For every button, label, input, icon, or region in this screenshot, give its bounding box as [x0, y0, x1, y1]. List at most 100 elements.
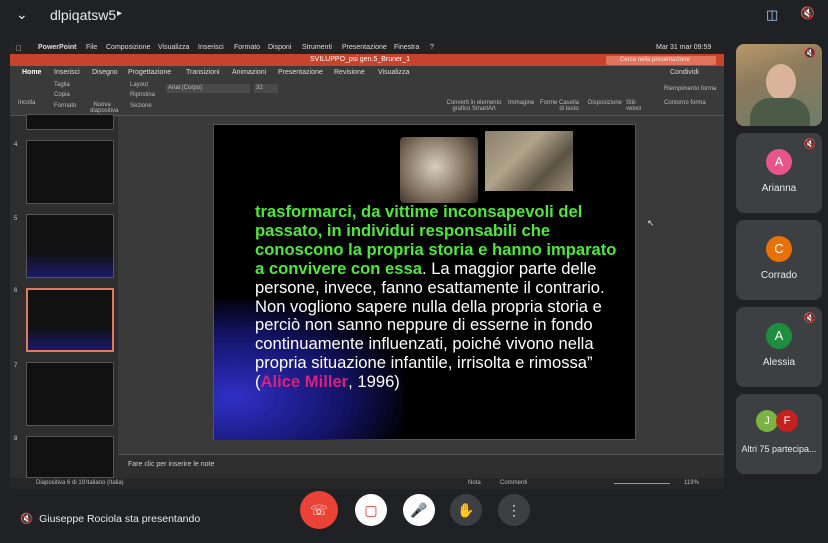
more-options-button[interactable]: ⋮	[498, 494, 530, 526]
zoom-level[interactable]: 119%	[684, 480, 699, 486]
search-box[interactable]: Cerca nella presentazione	[606, 56, 716, 65]
format-painter-button[interactable]: Formato	[54, 103, 76, 109]
language[interactable]: Italiano (Italia)	[86, 480, 124, 486]
menu-strumenti[interactable]: Strumenti	[302, 44, 332, 51]
mic-off-icon: 🔇	[20, 513, 34, 525]
avatar: J	[756, 410, 778, 432]
mic-off-icon: 🔇	[803, 313, 816, 324]
tab-visualizza[interactable]: Visualizza	[378, 69, 409, 76]
notes-placeholder: Fare clic per inserire le note	[128, 461, 215, 468]
cut-button[interactable]: Taglia	[54, 82, 70, 88]
menu-help[interactable]: ?	[430, 44, 434, 51]
presenting-status: 🔇 Giuseppe Rociola sta presentando	[20, 512, 200, 525]
menu-disponi[interactable]: Disponi	[268, 44, 291, 51]
font-size-select[interactable]: 32	[254, 84, 278, 93]
meeting-title[interactable]: dlpiqatsw5	[50, 7, 116, 23]
menu-formato[interactable]: Formato	[234, 44, 260, 51]
shape-outline-button[interactable]: Contorno forma	[664, 100, 706, 106]
share-button[interactable]: Condividi	[670, 69, 699, 76]
participant-tile-corrado[interactable]: C Corrado	[736, 220, 822, 300]
menu-inserisci[interactable]: Inserisci	[198, 44, 224, 51]
tab-disegno[interactable]: Disegno	[92, 69, 118, 76]
camera-off-button[interactable]: ▢	[355, 494, 387, 526]
thumb-number: 4	[14, 142, 18, 148]
menu-presentazione[interactable]: Presentazione	[342, 44, 387, 51]
layout-button[interactable]: Layout	[130, 82, 148, 88]
mic-off-button[interactable]: 🎤	[403, 494, 435, 526]
zoom-slider[interactable]	[614, 483, 670, 484]
participant-name: Alessia	[762, 357, 796, 368]
reset-button[interactable]: Ripristina	[130, 92, 155, 98]
raise-hand-button[interactable]: ✋	[450, 494, 482, 526]
thumb-number: 6	[14, 288, 18, 294]
font-select[interactable]: Arial (Corpo)	[166, 84, 250, 93]
menu-visualizza[interactable]: Visualizza	[158, 44, 189, 51]
status-bar: Diapositiva 6 di 19 Italiano (Italia) No…	[10, 478, 724, 489]
tab-animazioni[interactable]: Animazioni	[232, 69, 266, 76]
new-slide-button[interactable]: Nuova diapositiva	[90, 102, 118, 114]
slide-thumbnail[interactable]	[26, 436, 114, 478]
paste-button[interactable]: Incolla	[18, 100, 35, 106]
mac-menubar:  PowerPoint File Composizione Visualizz…	[10, 42, 724, 54]
tab-revisione[interactable]: Revisione	[334, 69, 365, 76]
clock: Mar 31 mar 09:59	[656, 44, 712, 51]
presenting-label: Giuseppe Rociola sta presentando	[39, 513, 201, 525]
end-call-button[interactable]: ☏	[300, 491, 338, 529]
presentation-icon[interactable]: ◫	[766, 7, 778, 23]
thumb-number: 7	[14, 363, 18, 369]
app-menu[interactable]: PowerPoint	[38, 44, 77, 51]
slide-image-child	[485, 131, 573, 191]
participant-name: Corrado	[760, 270, 798, 281]
participant-tile-arianna[interactable]: 🔇 A Arianna	[736, 133, 822, 213]
menu-file[interactable]: File	[86, 44, 97, 51]
notes-button[interactable]: Nota	[468, 480, 481, 486]
document-title: SVILUPPO_psi gen.5_Bruner_1	[310, 56, 411, 63]
notes-pane[interactable]: Fare clic per inserire le note	[118, 454, 724, 478]
tab-inserisci[interactable]: Inserisci	[54, 69, 80, 76]
slide-thumbnails: 4 5 6 7 8	[10, 114, 118, 478]
shapes-button[interactable]: Forme	[540, 100, 557, 106]
slide-thumbnail[interactable]	[26, 140, 114, 204]
tab-progettazione[interactable]: Progettazione	[128, 69, 171, 76]
slide-thumbnail[interactable]	[26, 214, 114, 278]
smartart-button[interactable]: Converti in elemento grafico SmartArt	[446, 100, 502, 112]
mouse-cursor-icon: ↖	[647, 218, 655, 228]
slide-thumbnail[interactable]	[26, 114, 114, 130]
image-button[interactable]: Immagine	[508, 100, 534, 106]
mic-off-icon: 🔇	[803, 139, 816, 150]
section-button[interactable]: Sezione	[130, 103, 152, 109]
slide-author: Alice Miller	[260, 372, 349, 392]
tab-presentazione[interactable]: Presentazione	[278, 69, 323, 76]
participant-video-tile[interactable]: 🔇	[736, 44, 822, 126]
copy-button[interactable]: Copia	[54, 92, 70, 98]
shape-fill-button[interactable]: Riempimento forma	[664, 86, 716, 92]
thumb-number: 5	[14, 216, 18, 222]
avatar: A	[766, 323, 792, 349]
participant-name: Arianna	[761, 183, 797, 194]
menu-finestra[interactable]: Finestra	[394, 44, 419, 51]
speaker-muted-icon[interactable]: 🔇	[800, 6, 815, 20]
meeting-header: ⌄ dlpiqatsw5 ▸	[0, 0, 730, 30]
slide-thumbnail-selected[interactable]	[26, 288, 114, 352]
caret-right-icon[interactable]: ▸	[117, 8, 122, 19]
comments-button[interactable]: Commenti	[500, 480, 527, 486]
others-label: Altri 75 partecipa...	[741, 444, 817, 454]
textbox-button[interactable]: Casella di testo	[558, 100, 580, 112]
participant-tile-alessia[interactable]: 🔇 A Alessia	[736, 307, 822, 387]
avatar: C	[766, 236, 792, 262]
slide-body: trasformarci, da vittime inconsapevoli d…	[255, 202, 625, 392]
participant-face	[766, 64, 796, 100]
search-placeholder: Cerca nella presentazione	[620, 57, 690, 63]
tab-home[interactable]: Home	[22, 69, 41, 76]
slide-thumbnail[interactable]	[26, 362, 114, 426]
avatar: F	[776, 410, 798, 432]
menu-composizione[interactable]: Composizione	[106, 44, 150, 51]
quick-styles-button[interactable]: Stili veloci	[626, 100, 646, 112]
tab-transizioni[interactable]: Transizioni	[186, 69, 220, 76]
avatar: A	[766, 149, 792, 175]
apple-icon[interactable]: 	[16, 44, 22, 53]
arrange-button[interactable]: Disposizione	[588, 100, 622, 106]
participant-body	[750, 98, 810, 126]
chevron-down-icon[interactable]: ⌄	[16, 6, 28, 23]
others-tile[interactable]: J F Altri 75 partecipa...	[736, 394, 822, 474]
